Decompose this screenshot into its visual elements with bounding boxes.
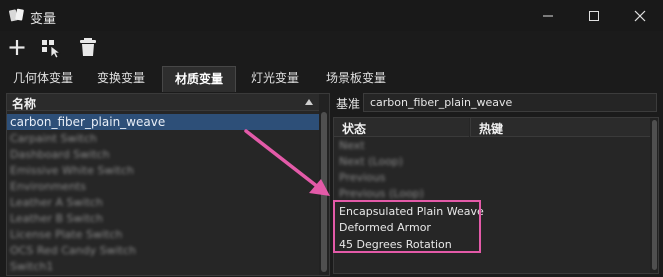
title-bar: 变量 xyxy=(0,0,663,31)
column-label-hotkey: 热键 xyxy=(479,122,504,136)
tab-light-variants[interactable]: 灯光变量 xyxy=(240,66,310,91)
list-item[interactable]: License Plate Switch xyxy=(7,227,319,243)
select-objects-button[interactable] xyxy=(40,35,64,59)
list-item-selected[interactable]: carbon_fiber_plain_weave xyxy=(7,114,319,130)
tab-material-variants[interactable]: 材质变量 xyxy=(162,66,236,92)
plus-icon xyxy=(9,40,25,55)
toolbar xyxy=(0,31,663,62)
minimize-icon xyxy=(543,15,553,17)
add-variable-button[interactable] xyxy=(5,35,29,59)
base-field[interactable]: carbon_fiber_plain_weave xyxy=(363,93,657,112)
column-label-state: 状态 xyxy=(342,122,367,136)
name-column-header[interactable]: 名称 xyxy=(7,94,319,111)
list-item[interactable]: Leather B Switch xyxy=(7,211,319,227)
maximize-icon xyxy=(589,11,599,21)
highlight-box xyxy=(333,200,481,253)
close-icon xyxy=(634,10,646,22)
state-row[interactable]: Next (Loop) xyxy=(339,153,403,170)
list-item[interactable]: Carpaint Switch xyxy=(7,131,319,147)
tab-scene-board-variants[interactable]: 场景板变量 xyxy=(314,66,398,91)
tab-bar: 几何体变量 变换变量 材质变量 灯光变量 场景板变量 xyxy=(0,66,663,92)
hotkey-column-header[interactable]: 热键 xyxy=(470,118,651,137)
tab-geometry-variants[interactable]: 几何体变量 xyxy=(4,66,82,91)
column-label-name: 名称 xyxy=(12,97,37,111)
state-row[interactable]: Previous xyxy=(339,169,386,186)
close-button[interactable] xyxy=(617,0,663,31)
list-item[interactable]: Environments xyxy=(7,179,319,195)
list-item[interactable]: Switch1 xyxy=(7,259,319,275)
variant-list-panel: 名称 carbon_fiber_plain_weave Carpaint Swi… xyxy=(6,93,330,276)
list-item[interactable]: OCS Red Candy Switch xyxy=(7,243,319,259)
select-cursor-icon xyxy=(42,40,62,59)
maximize-button[interactable] xyxy=(571,0,617,31)
tab-transform-variants[interactable]: 变换变量 xyxy=(86,66,156,91)
minimize-button[interactable] xyxy=(525,0,571,31)
list-scrollbar[interactable] xyxy=(319,94,329,275)
window-title: 变量 xyxy=(30,12,57,27)
state-row[interactable]: Next xyxy=(339,137,365,154)
scrollbar-thumb[interactable] xyxy=(652,120,657,270)
cards-icon xyxy=(9,8,24,22)
sort-ascending-icon xyxy=(305,99,313,105)
states-scrollbar[interactable] xyxy=(650,118,658,273)
base-label: 基准 xyxy=(336,97,361,111)
scrollbar-thumb[interactable] xyxy=(321,112,327,272)
delete-variable-button[interactable] xyxy=(76,35,100,59)
state-column-header[interactable]: 状态 xyxy=(334,118,469,137)
trash-icon xyxy=(80,38,96,56)
list-item[interactable]: Dashboard Switch xyxy=(7,147,319,163)
list-item[interactable]: Emissive White Switch xyxy=(7,163,319,179)
list-item[interactable]: Leather A Switch xyxy=(7,195,319,211)
